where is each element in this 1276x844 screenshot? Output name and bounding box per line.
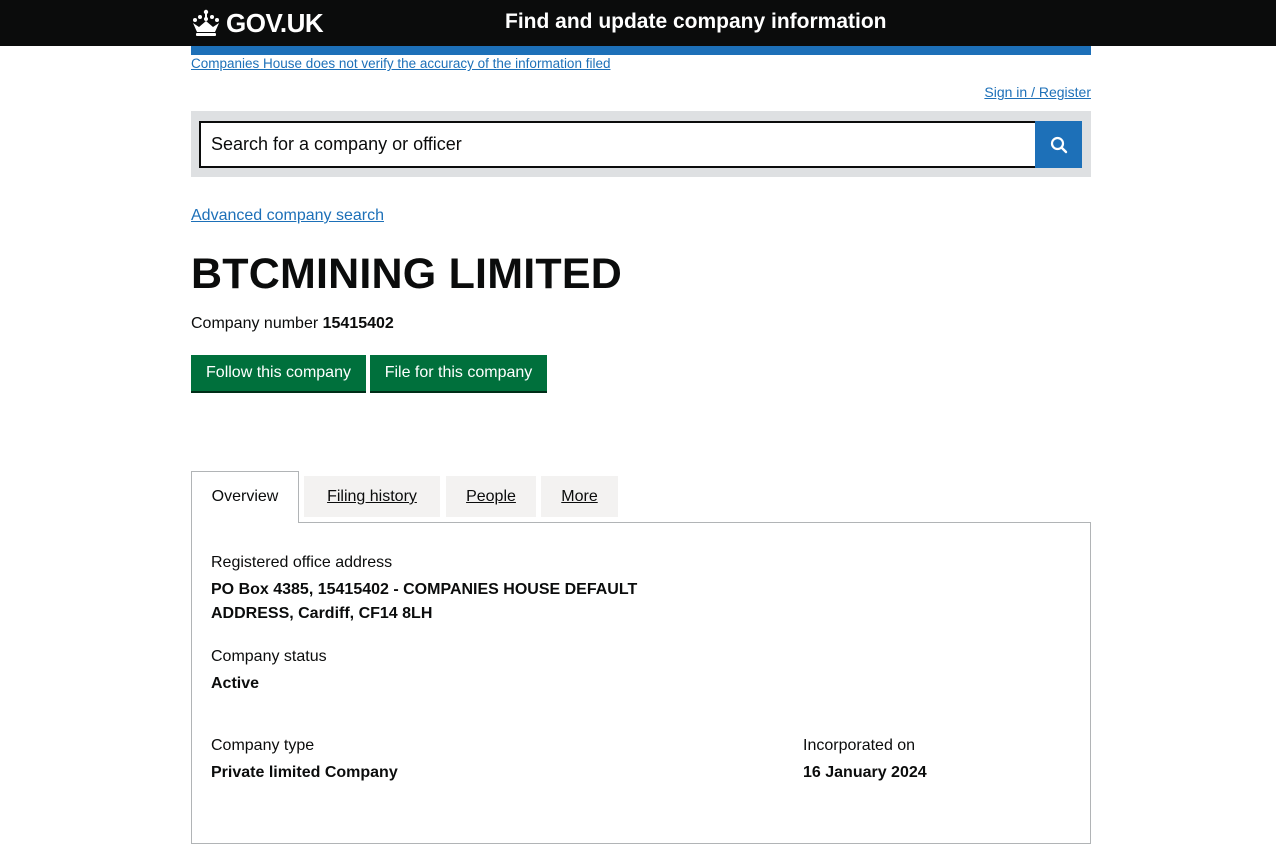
- advanced-search-link[interactable]: Advanced company search: [191, 206, 384, 226]
- registered-address-line1: PO Box 4385, 15415402 - COMPANIES HOUSE …: [211, 581, 638, 598]
- company-status-label: Company status: [211, 648, 327, 665]
- service-name[interactable]: Find and update company information: [505, 9, 887, 35]
- registered-address-label: Registered office address: [211, 554, 393, 571]
- company-tabs: Overview Filing history People More: [191, 471, 1091, 523]
- overview-panel: Registered office address PO Box 4385, 1…: [191, 522, 1091, 844]
- company-number-label: Company number: [191, 315, 319, 332]
- logo-text: GOV.UK: [226, 7, 324, 38]
- tab-filing-history[interactable]: Filing history: [304, 476, 440, 517]
- search-button[interactable]: [1035, 121, 1082, 168]
- tab-more[interactable]: More: [541, 476, 618, 517]
- registered-address-line2: ADDRESS, Cardiff, CF14 8LH: [211, 605, 433, 622]
- company-number-value: 15415402: [322, 315, 394, 332]
- company-type-label: Company type: [211, 737, 315, 754]
- tab-overview[interactable]: Overview: [191, 471, 299, 523]
- header-bar: GOV.UK Find and update company informati…: [0, 0, 1276, 46]
- govuk-logo[interactable]: GOV.UK: [191, 6, 324, 40]
- follow-company-button[interactable]: Follow this company: [191, 355, 366, 391]
- search-icon: [1050, 136, 1067, 153]
- incorporated-on-label: Incorporated on: [803, 737, 916, 754]
- incorporated-on-value: 16 January 2024: [803, 764, 927, 781]
- file-for-company-button[interactable]: File for this company: [370, 355, 547, 391]
- tab-people[interactable]: People: [446, 476, 536, 517]
- company-name: BTCMINING LIMITED: [191, 250, 622, 298]
- company-status-value: Active: [211, 675, 260, 692]
- disclaimer-link[interactable]: Companies House does not verify the accu…: [191, 56, 610, 72]
- search-panel: [191, 111, 1091, 177]
- sign-in-register-link[interactable]: Sign in / Register: [984, 84, 1091, 100]
- header-blue-rule: [191, 46, 1091, 55]
- company-number: Company number 15415402: [191, 314, 394, 334]
- search-input[interactable]: [199, 121, 1035, 168]
- company-type-value: Private limited Company: [211, 764, 398, 781]
- crown-icon: [193, 9, 219, 36]
